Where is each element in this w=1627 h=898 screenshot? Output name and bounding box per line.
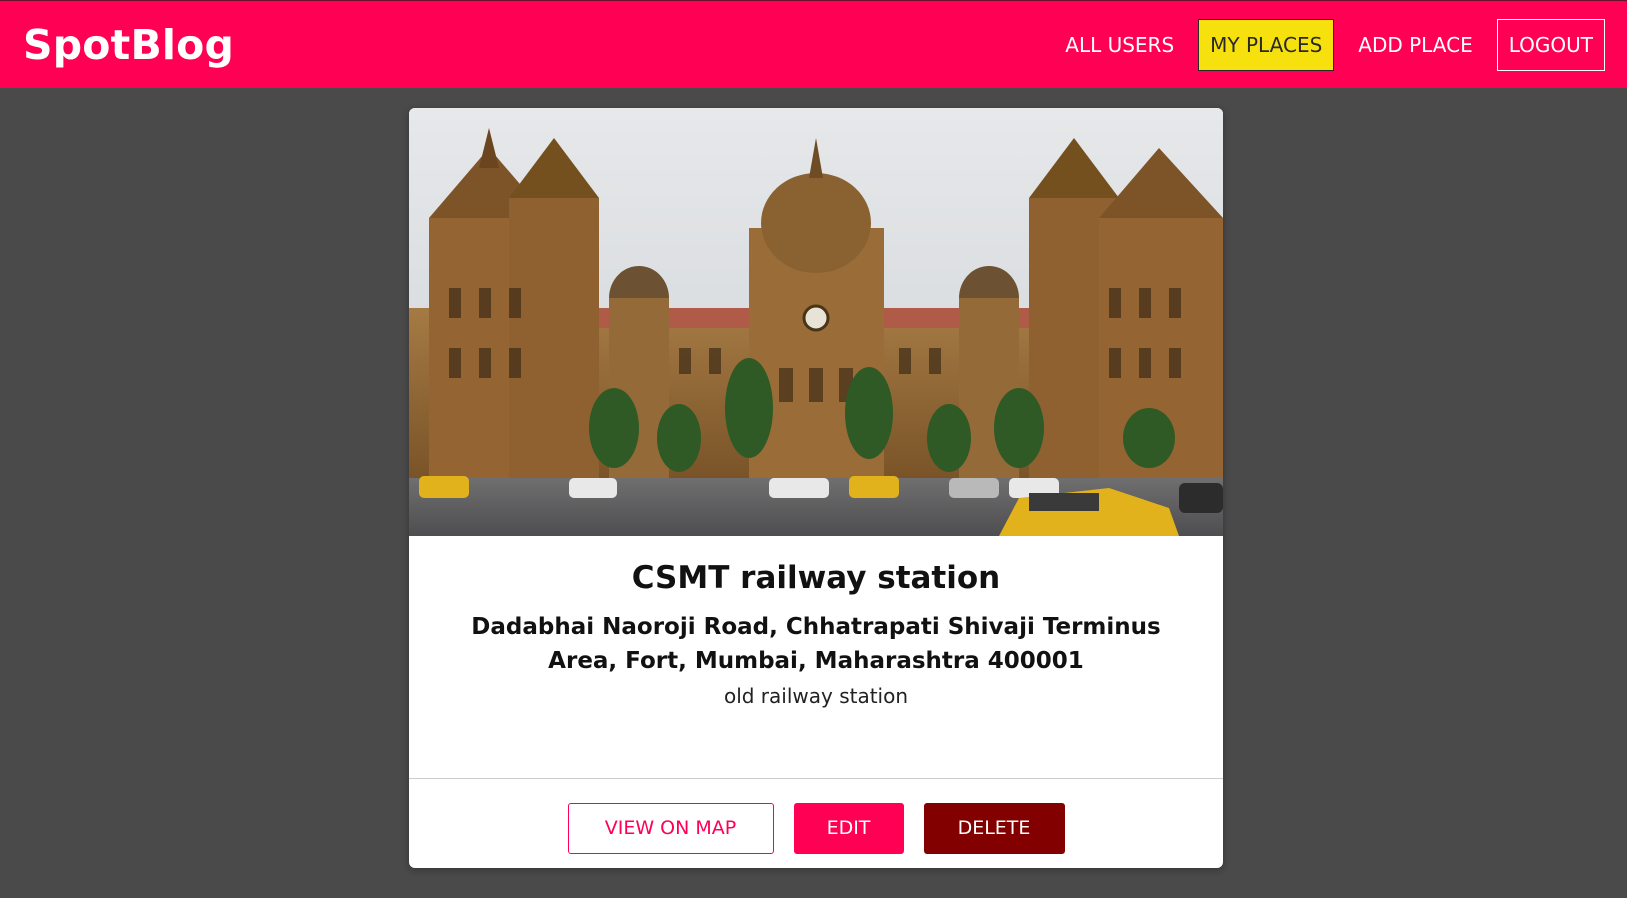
edit-button[interactable]: EDIT (793, 802, 904, 854)
main-navbar: SpotBlog ALL USERS MY PLACES ADD PLACE L… (0, 0, 1627, 88)
place-image (409, 108, 1223, 536)
place-info: CSMT railway station Dadabhai Naoroji Ro… (409, 536, 1223, 778)
delete-button[interactable]: DELETE (923, 802, 1065, 854)
place-actions: VIEW ON MAP EDIT DELETE (409, 779, 1223, 867)
nav-all-users[interactable]: ALL USERS (1052, 19, 1187, 71)
nav-my-places[interactable]: MY PLACES (1198, 18, 1335, 71)
nav-add-place[interactable]: ADD PLACE (1345, 19, 1485, 71)
nav-links: ALL USERS MY PLACES ADD PLACE LOGOUT (1041, 1, 1605, 88)
place-title: CSMT railway station (631, 560, 1001, 596)
brand-logo-link[interactable]: SpotBlog (23, 21, 234, 69)
nav-logout-button[interactable]: LOGOUT (1496, 18, 1605, 71)
place-description: old railway station (723, 684, 909, 708)
place-address: Dadabhai Naoroji Road, Chhatrapati Shiva… (471, 614, 1161, 674)
view-on-map-button[interactable]: VIEW ON MAP (567, 802, 774, 854)
place-card: CSMT railway station Dadabhai Naoroji Ro… (409, 108, 1223, 868)
railway-station-photo-icon (409, 108, 1223, 536)
